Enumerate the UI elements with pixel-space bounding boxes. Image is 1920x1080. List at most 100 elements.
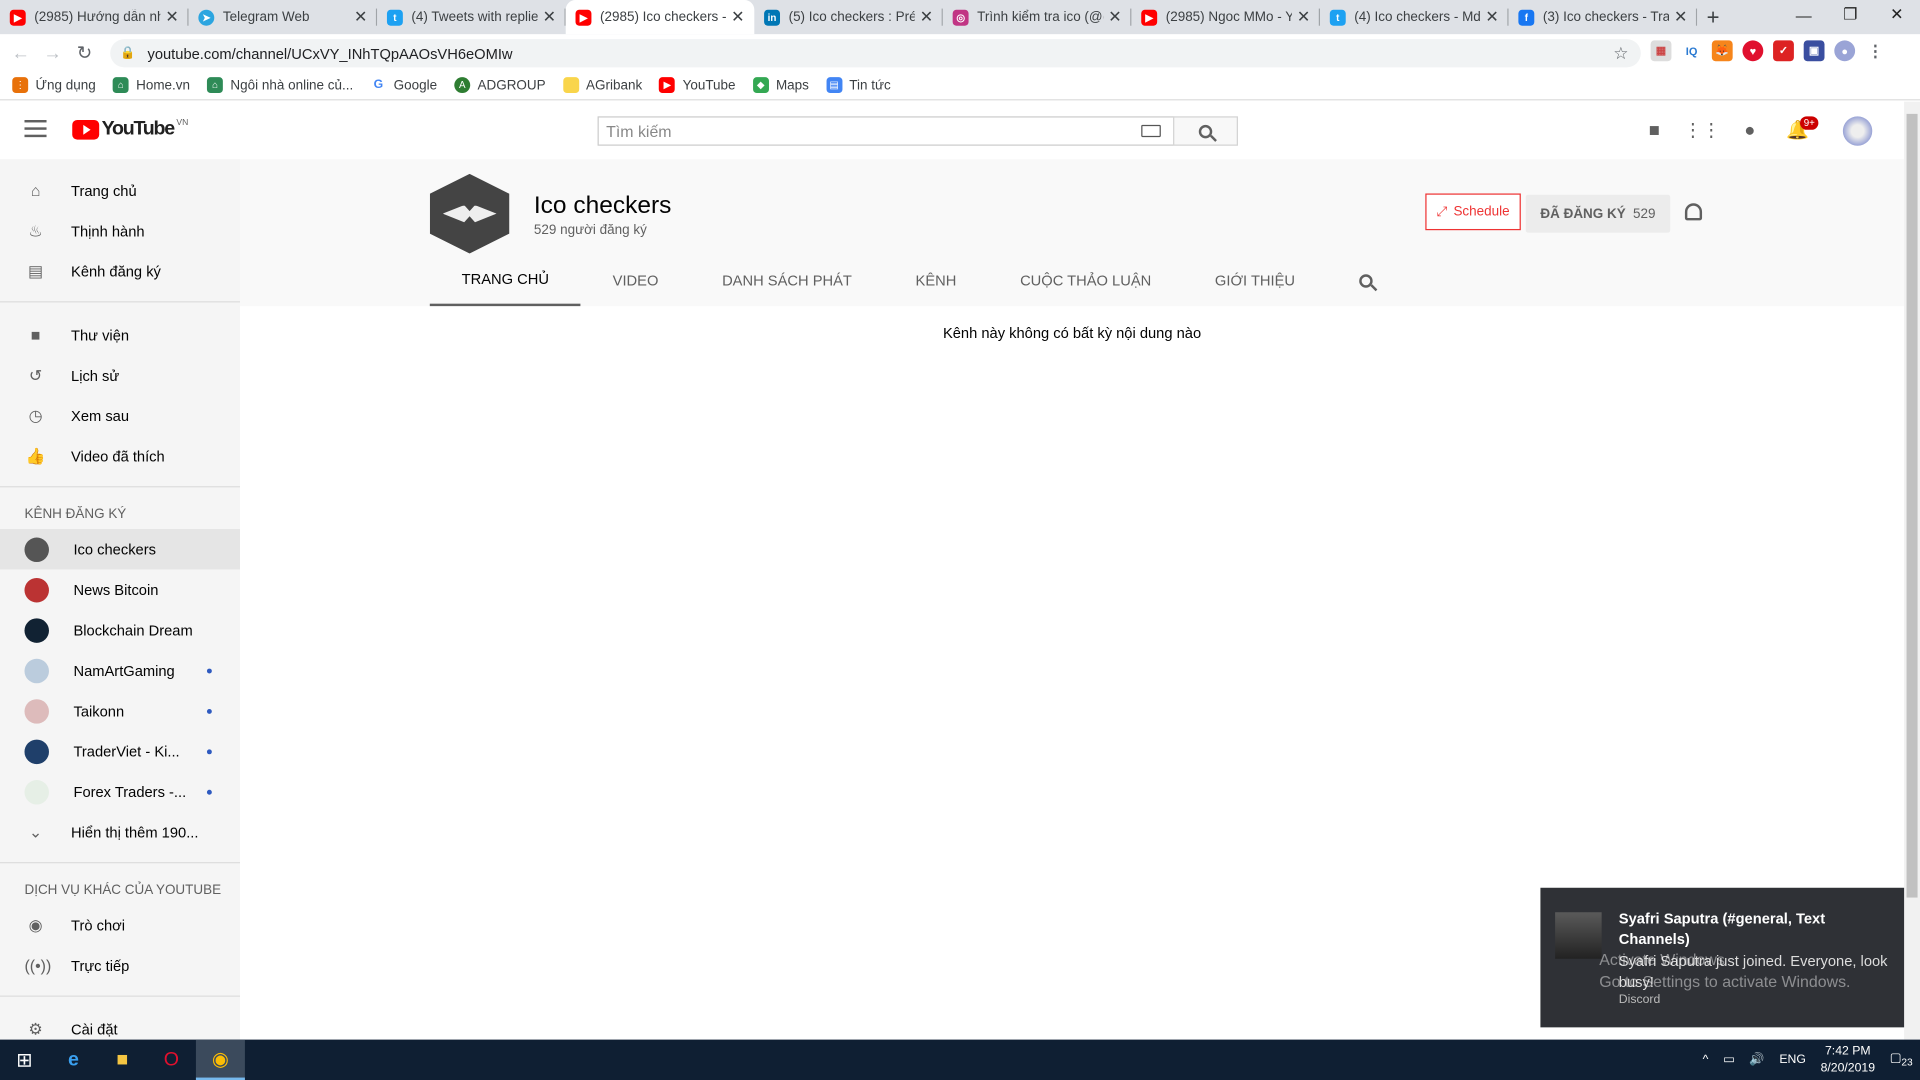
sidebar-item-library[interactable]: ■ Thư viện: [0, 315, 240, 355]
browser-tab[interactable]: ▶ (2985) Ngoc MMo - Yo ✕: [1131, 0, 1321, 34]
close-tab-icon[interactable]: ✕: [543, 7, 556, 27]
sidebar-item-taikonn[interactable]: Taikonn: [0, 691, 240, 731]
extension-check-icon[interactable]: ✓: [1773, 40, 1794, 62]
profile-avatar-icon[interactable]: ●: [1834, 40, 1856, 62]
extension-icon[interactable]: ▦: [1650, 40, 1672, 62]
channel-logo[interactable]: [429, 173, 510, 254]
close-tab-icon[interactable]: ✕: [354, 7, 367, 27]
bookmark-youtube[interactable]: ▶ YouTube: [659, 77, 736, 94]
extension-heart-icon[interactable]: ♥: [1742, 40, 1764, 62]
sidebar-item-subscriptions[interactable]: ▤ Kênh đăng ký: [0, 251, 240, 291]
forward-arrow-icon[interactable]: →: [37, 42, 69, 63]
sidebar-item-forex-traders[interactable]: Forex Traders -...: [0, 771, 240, 811]
sidebar-item-blockchain-dream[interactable]: Blockchain Dream: [0, 610, 240, 650]
sidebar-item-live[interactable]: ((•)) Trực tiếp: [0, 945, 240, 985]
network-icon[interactable]: ▭: [1723, 1053, 1735, 1066]
sidebar-item-home[interactable]: ⌂ Trang chủ: [0, 170, 240, 210]
bookmark-ngoinha[interactable]: ⌂ Ngôi nhà online củ...: [207, 77, 353, 94]
sidebar-item-settings[interactable]: ⚙ Cài đặt: [0, 1009, 240, 1040]
search-input[interactable]: Tìm kiếm: [597, 116, 1175, 146]
tab-about[interactable]: GIỚI THIỆU: [1183, 255, 1327, 306]
channel-search-icon[interactable]: [1358, 273, 1373, 288]
chrome-icon[interactable]: ◉: [195, 1039, 245, 1080]
sidebar-show-more[interactable]: ⌄ Hiển thị thêm 190...: [0, 812, 240, 852]
hamburger-menu-icon[interactable]: [24, 120, 47, 138]
linkedin-favicon-icon: in: [764, 9, 781, 26]
action-center-icon[interactable]: ▢23: [1890, 1052, 1913, 1068]
sidebar-item-ico-checkers[interactable]: Ico checkers: [0, 528, 241, 570]
bookmark-adgroup[interactable]: A ADGROUP: [454, 77, 546, 94]
tray-chevron-icon[interactable]: ^: [1703, 1053, 1709, 1066]
vertical-scrollbar[interactable]: [1904, 101, 1920, 1040]
bookmark-google[interactable]: G Google: [370, 77, 437, 94]
windows-start-icon[interactable]: ⊞: [0, 1040, 49, 1080]
sidebar-item-gaming[interactable]: ◉ Trò chơi: [0, 905, 240, 945]
address-bar[interactable]: 🔒 youtube.com/channel/UCxVY_INhTQpAAOsVH…: [110, 39, 1641, 68]
back-arrow-icon[interactable]: ←: [5, 42, 37, 63]
tab-channels[interactable]: KÊNH: [884, 255, 989, 306]
sidebar-item-namartgaming[interactable]: NamArtGaming: [0, 650, 240, 690]
close-tab-icon[interactable]: ✕: [1674, 7, 1687, 27]
extension-iq-icon[interactable]: IQ: [1681, 40, 1703, 62]
sidebar-item-news-bitcoin[interactable]: News Bitcoin: [0, 569, 240, 609]
scrollbar-thumb[interactable]: [1906, 113, 1918, 898]
bookmark-star-icon[interactable]: ☆: [1613, 43, 1628, 64]
close-window-icon[interactable]: ✕: [1873, 0, 1920, 29]
reload-icon[interactable]: ↻: [69, 42, 101, 64]
sidebar-item-liked-videos[interactable]: 👍 Video đã thích: [0, 436, 240, 476]
tab-playlists[interactable]: DANH SÁCH PHÁT: [690, 255, 883, 306]
minimize-icon[interactable]: —: [1780, 0, 1827, 29]
browser-tab[interactable]: ▶(2985) Hướng dẫn nhận✕: [0, 0, 189, 34]
close-tab-icon[interactable]: ✕: [1108, 7, 1121, 27]
bookmark-news[interactable]: ▤ Tin tức: [826, 77, 891, 94]
browser-tab[interactable]: ◎ Trình kiểm tra ico (@ch ✕: [943, 0, 1132, 34]
channel-tabs: TRANG CHỦ VIDEO DANH SÁCH PHÁT KÊNH CUỘC…: [429, 255, 1373, 307]
edge-icon[interactable]: e: [49, 1040, 98, 1080]
keyboard-icon[interactable]: [1141, 124, 1161, 138]
tab-videos[interactable]: VIDEO: [581, 255, 690, 306]
browser-tab-active[interactable]: ▶(2985) Ico checkers - Yo✕: [565, 0, 755, 35]
browser-tab[interactable]: in(5) Ico checkers : Présen✕: [754, 0, 943, 34]
tab-discussion[interactable]: CUỘC THẢO LUẬN: [988, 255, 1183, 306]
sidebar-item-traderviet[interactable]: TraderViet - Ki...: [0, 731, 240, 771]
browser-tab[interactable]: f(3) Ico checkers - Trang✕: [1509, 0, 1698, 34]
browser-tab[interactable]: t (4) Ico checkers - Mdi ✕: [1320, 0, 1509, 34]
tab-home[interactable]: TRANG CHỦ: [429, 255, 581, 307]
search-button[interactable]: [1173, 116, 1238, 146]
close-tab-icon[interactable]: ✕: [1485, 7, 1498, 27]
youtube-logo[interactable]: YouTube VN: [72, 118, 188, 141]
close-tab-icon[interactable]: ✕: [920, 7, 933, 27]
clock[interactable]: 7:42 PM 8/20/2019: [1821, 1043, 1875, 1077]
metamask-icon[interactable]: 🦊: [1711, 40, 1733, 62]
new-content-dot: [206, 667, 212, 673]
restore-icon[interactable]: ❐: [1827, 0, 1874, 29]
sidebar-item-history[interactable]: ↺ Lịch sử: [0, 355, 240, 395]
chrome-menu-icon[interactable]: ⋮: [1864, 40, 1886, 62]
browser-tab[interactable]: ➤ Telegram Web ✕: [189, 0, 378, 34]
language-indicator[interactable]: ENG: [1779, 1053, 1806, 1066]
apps-grid-icon[interactable]: ⋮⋮: [1684, 118, 1721, 142]
close-tab-icon[interactable]: ✕: [1297, 7, 1310, 27]
bookmark-agribank[interactable]: AGribank: [562, 77, 642, 94]
sidebar-item-watch-later[interactable]: ◷ Xem sau: [0, 396, 240, 436]
messages-icon[interactable]: ●: [1738, 118, 1762, 142]
new-tab-button[interactable]: +: [1697, 0, 1729, 34]
extension-icon[interactable]: ▣: [1803, 40, 1825, 62]
bookmark-home[interactable]: ⌂ Home.vn: [112, 77, 190, 94]
account-avatar[interactable]: [1842, 116, 1873, 146]
schedule-button[interactable]: ⤢ Schedule: [1425, 193, 1521, 231]
browser-tab[interactable]: t (4) Tweets with replies ✕: [377, 0, 566, 34]
bookmark-maps[interactable]: ◆ Maps: [752, 77, 809, 94]
subscribed-button[interactable]: ĐÃ ĐĂNG KÝ 529: [1525, 194, 1671, 233]
close-tab-icon[interactable]: ✕: [165, 7, 178, 27]
close-tab-icon[interactable]: ✕: [731, 7, 744, 27]
youtube-favicon-icon: ▶: [1141, 9, 1158, 26]
bookmark-apps[interactable]: ⋮ Ứng dụng: [12, 77, 96, 94]
opera-icon[interactable]: O: [147, 1040, 196, 1080]
file-explorer-icon[interactable]: ■: [98, 1040, 147, 1080]
twitter-favicon-icon: t: [386, 9, 403, 26]
volume-icon[interactable]: 🔊: [1749, 1053, 1764, 1066]
create-video-icon[interactable]: ■: [1642, 118, 1666, 142]
sidebar-item-trending[interactable]: ♨ Thịnh hành: [0, 211, 240, 251]
notification-bell-icon[interactable]: [1684, 203, 1703, 221]
